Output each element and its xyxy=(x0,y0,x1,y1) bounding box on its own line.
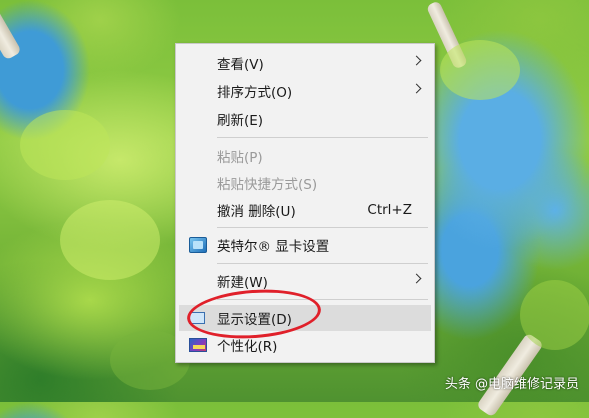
menu-item-sort-by[interactable]: 排序方式(O) xyxy=(176,78,434,104)
intel-graphics-icon xyxy=(189,237,207,253)
chevron-right-icon xyxy=(411,83,422,94)
menu-item-shortcut: Ctrl+Z xyxy=(367,202,412,218)
chevron-right-icon xyxy=(411,273,422,284)
foliage xyxy=(520,280,589,350)
menu-item-label: 刷新(E) xyxy=(217,113,264,129)
menu-item-label: 撤消 删除(U) xyxy=(217,204,296,220)
personalize-icon xyxy=(189,338,207,352)
menu-item-label: 排序方式(O) xyxy=(217,85,293,101)
menu-item-label: 英特尔® 显卡设置 xyxy=(217,239,330,255)
menu-separator xyxy=(217,263,428,264)
menu-item-label: 新建(W) xyxy=(217,275,268,291)
menu-item-intel-graphics[interactable]: 英特尔® 显卡设置 xyxy=(176,232,434,258)
menu-separator xyxy=(217,227,428,228)
menu-item-paste-shortcut[interactable]: 粘贴快捷方式(S) xyxy=(176,170,434,196)
foliage xyxy=(60,200,160,280)
menu-item-label: 查看(V) xyxy=(217,57,264,73)
watermark: 头条 @电脑维修记录员 xyxy=(444,377,579,392)
menu-item-new[interactable]: 新建(W) xyxy=(176,268,434,294)
tree-trunk xyxy=(0,0,22,61)
menu-separator xyxy=(217,137,428,138)
foliage xyxy=(20,110,110,180)
chevron-right-icon xyxy=(411,55,422,66)
foliage xyxy=(440,40,520,100)
menu-item-label: 粘贴快捷方式(S) xyxy=(217,177,318,193)
menu-item-label: 粘贴(P) xyxy=(217,150,263,166)
menu-item-paste[interactable]: 粘贴(P) xyxy=(176,143,434,169)
menu-item-view[interactable]: 查看(V) xyxy=(176,50,434,76)
menu-item-undo-delete[interactable]: 撤消 删除(U) Ctrl+Z xyxy=(176,197,434,223)
menu-item-refresh[interactable]: 刷新(E) xyxy=(176,106,434,132)
